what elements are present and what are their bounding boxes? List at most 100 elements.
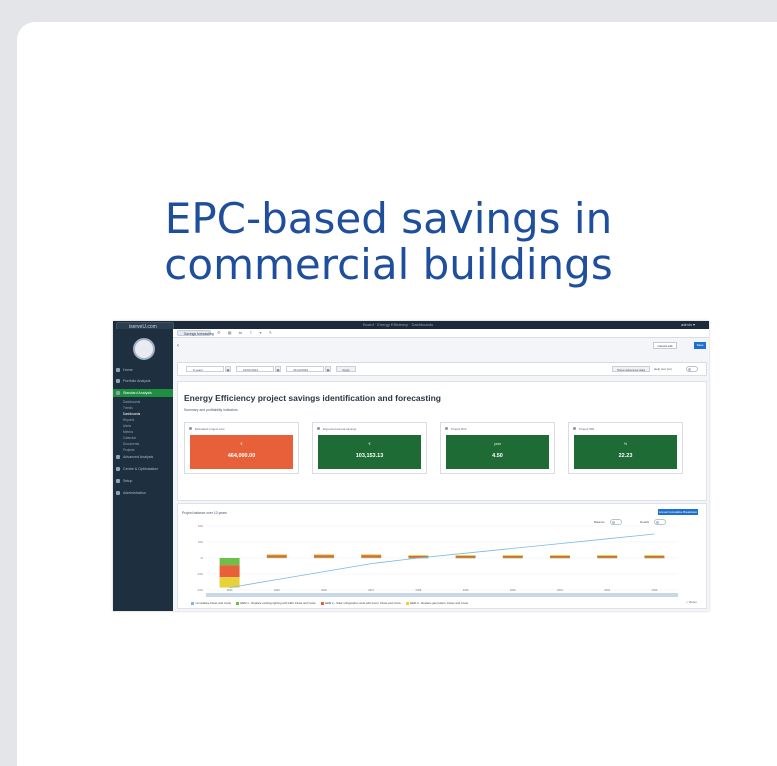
back-arrow-icon[interactable]: ‹ — [177, 343, 179, 349]
x-tick-label: 2026 — [321, 588, 327, 592]
projection-panel: Project balance over 10 years Annual Cum… — [177, 503, 707, 609]
kpi-label: Expected annual savings — [316, 427, 357, 431]
sidebar-item-label: Centre & Optimization — [123, 467, 159, 471]
x-tick-label: 2031 — [557, 588, 563, 592]
x-tick-label: 2028 — [416, 588, 422, 592]
summary-panel: Energy Efficiency project savings identi… — [177, 381, 707, 501]
bar-segment — [502, 555, 523, 556]
sidebar-item-4[interactable]: Centre & Optimization — [113, 465, 173, 473]
tab-tool-icons[interactable]: ⚙ ▦ ⇆ ⇪ ▾ ✎ — [217, 330, 275, 336]
bar-segment — [644, 555, 665, 558]
y-tick-label: -200k — [197, 573, 204, 576]
calendar-icon[interactable]: ▦ — [325, 366, 331, 372]
kpi-card: Estimated project cost €464,000.00 — [184, 422, 299, 474]
kpi-card: Project IRR% 22.23 — [568, 422, 683, 474]
sidebar-item-6[interactable]: Administration — [113, 489, 173, 497]
zoom-button[interactable]: ⤢ Zoom — [686, 600, 697, 604]
sidebar-subitem[interactable]: Projects — [113, 447, 173, 453]
kpi-card: Expected annual savings €103,153.13 — [312, 422, 427, 474]
y-tick-label: 200k — [198, 541, 204, 544]
kpi-unit: € — [368, 442, 371, 446]
home-icon — [116, 368, 120, 372]
sidebar-item-label: Standard Analysis — [123, 391, 152, 395]
chart-icon — [116, 379, 120, 383]
legend-label[interactable]: EEM 3 - Replace gas boilers: Flows and C… — [410, 601, 468, 605]
bar-segment — [266, 557, 287, 559]
legend-label[interactable]: EEM 1 - Replace existing lighting with L… — [240, 601, 315, 605]
legend-swatch — [235, 601, 239, 605]
top-bar: iserveU.com Board · Energy Efficiency · … — [113, 321, 709, 330]
sidebar-item-3[interactable]: Advanced Analysis — [113, 453, 173, 461]
projection-chart: 2024 2025 2026 2027 2028 2029 2030 2031 2032 2033… — [197, 525, 678, 597]
period-select[interactable]: 6 years — [186, 366, 224, 372]
sidebar-item-label: Home — [123, 368, 133, 372]
kpi-unit: € — [240, 442, 243, 446]
help-text-label: Help text (on) — [654, 367, 673, 371]
bar-segment — [644, 557, 665, 559]
x-tick-label: 2030 — [510, 588, 516, 592]
headline-line-1: EPC-based savings in — [164, 194, 613, 243]
kpi-card: Project ROI year 4.50 — [440, 422, 555, 474]
main-area: Savings forecasting ⚙ ▦ ⇆ ⇪ ▾ ✎ ‹ Cancel… — [173, 329, 709, 611]
x-tick-label: 2032 — [604, 588, 610, 592]
bar-segment — [455, 557, 476, 559]
bar-segment — [597, 557, 618, 559]
show-advanced-button[interactable]: Show advanced data — [612, 366, 650, 372]
chart-legend: Cumulative Flows and Costs EEM 1 - Replac… — [186, 601, 468, 605]
y-tick-label: -400k — [197, 589, 204, 592]
sidebar-item-label: Administration — [123, 491, 146, 495]
bar-segment — [408, 555, 429, 556]
bar-segment — [597, 555, 618, 556]
sidebar-item-5[interactable]: Setup — [113, 477, 173, 485]
bar-segment — [502, 557, 523, 559]
kpi-value: 4.50 — [492, 453, 503, 459]
date-from-field[interactable]: 01/01/2024 — [236, 366, 274, 372]
sidebar-item-1[interactable]: Portfolio Analysis — [113, 377, 173, 385]
legend-swatch — [405, 601, 409, 605]
sliders-icon — [116, 467, 120, 471]
grid-icon — [116, 391, 120, 395]
tab-savings-forecasting[interactable]: Savings forecasting — [177, 330, 214, 336]
bar-segment — [644, 555, 665, 556]
bar-segment — [597, 555, 618, 558]
legend-swatch — [191, 601, 194, 605]
y-tick-label: 0k — [200, 557, 203, 560]
bar-segment — [314, 554, 334, 556]
apply-button[interactable]: Apply — [336, 366, 356, 372]
page-title: Energy Efficiency project savings identi… — [184, 393, 441, 403]
gear-icon — [116, 455, 120, 459]
legend-label[interactable]: Cumulative Flows and Costs — [196, 601, 231, 605]
x-tick-label: 2029 — [463, 588, 469, 592]
filter-bar: 6 years ▦ 01/01/2024 ▦ 31/12/2029 ▦ Appl… — [177, 362, 707, 376]
sidebar-item-label: Setup — [123, 479, 133, 483]
bar-segment — [266, 555, 287, 558]
cancel-edit-button[interactable]: Cancel edit — [653, 342, 677, 349]
date-to-field[interactable]: 31/12/2029 — [286, 366, 324, 372]
summary-subtitle: Summary and profitability indicators — [184, 408, 238, 412]
x-tick-label: 2027 — [368, 588, 374, 592]
calendar-icon[interactable]: ▦ — [275, 366, 281, 372]
help-toggle[interactable] — [686, 366, 698, 372]
user-menu[interactable]: admin ▾ — [681, 321, 695, 329]
sidebar-item-2[interactable]: Standard Analysis — [113, 389, 173, 397]
save-button[interactable]: Save — [694, 342, 706, 349]
kpi-value-box: €464,000.00 — [190, 435, 293, 469]
y-tick-label: 400k — [198, 525, 204, 528]
kpi-value-box: year 4.50 — [446, 435, 549, 469]
app-screenshot: iserveU.com Board · Energy Efficiency · … — [113, 321, 709, 611]
sidebar: Home Portfolio Analysis Standard Analysis A… — [113, 329, 173, 611]
kpi-value: 22.23 — [618, 453, 633, 459]
x-tick-label: 2025 — [274, 588, 280, 592]
sidebar-item-label: Advanced Analysis — [123, 455, 154, 459]
bar-segment — [219, 565, 240, 578]
legend-label[interactable]: EEM 2 - Solar refrigeration units with d… — [325, 601, 401, 605]
headline-line-2: commercial buildings — [164, 240, 613, 289]
avatar — [133, 338, 155, 360]
calendar-icon[interactable]: ▦ — [225, 366, 231, 372]
sidebar-item-0[interactable]: Home — [113, 366, 173, 374]
bar-segment — [266, 554, 287, 556]
x-tick-label: 2033 — [652, 588, 658, 592]
bar-segment — [455, 555, 476, 556]
kpi-label: Project IRR — [572, 427, 595, 431]
tab-strip: Savings forecasting ⚙ ▦ ⇆ ⇪ ▾ ✎ — [173, 329, 709, 338]
